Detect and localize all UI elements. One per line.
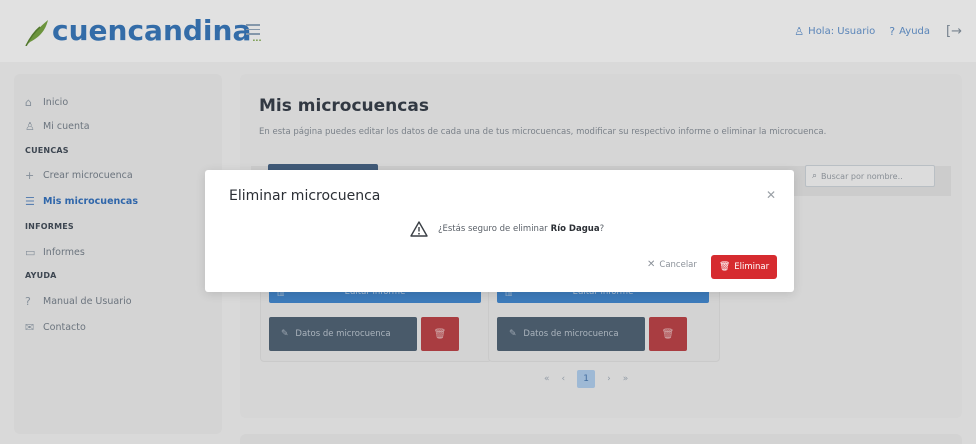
- dialog-question-mark: ?: [599, 224, 605, 234]
- trash-icon: 🗑: [718, 262, 731, 272]
- dialog-message-text: ¿Estás seguro de eliminar: [438, 224, 548, 234]
- confirm-delete-button[interactable]: 🗑 Eliminar: [711, 255, 777, 279]
- dialog-message: ¿Estás seguro de eliminar Río Dagua ?: [410, 221, 604, 237]
- delete-confirm-dialog: Eliminar microcuenca ✕ ¿Estás seguro de …: [205, 170, 794, 292]
- cancel-button[interactable]: ✕ Cancelar: [647, 259, 697, 270]
- warning-icon: [410, 221, 428, 237]
- dialog-target-name: Río Dagua: [550, 224, 600, 234]
- close-icon: ✕: [647, 259, 656, 270]
- cancel-label: Cancelar: [659, 259, 697, 270]
- confirm-delete-label: Eliminar: [734, 262, 770, 272]
- dialog-title: Eliminar microcuenca: [229, 188, 381, 204]
- close-icon[interactable]: ✕: [766, 188, 776, 202]
